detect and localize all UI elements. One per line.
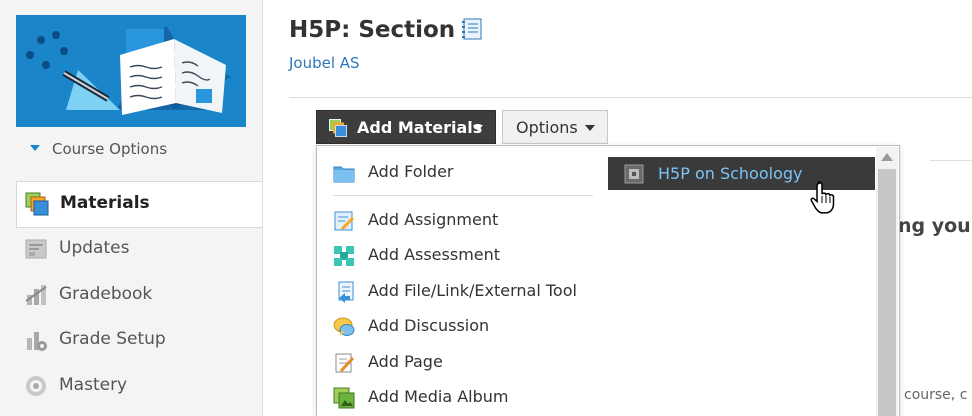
updates-icon — [24, 237, 48, 261]
h5p-app-icon — [624, 164, 644, 184]
sidebar: Course Options Materials Updates Gradebo… — [0, 0, 263, 416]
menu-item-label: Add Folder — [368, 162, 454, 181]
sidebar-item-label: Gradebook — [59, 284, 153, 304]
hand-pointer-cursor-icon — [810, 180, 840, 216]
add-materials-button[interactable]: Add Materials — [316, 110, 496, 144]
course-banner-image — [16, 15, 246, 127]
sidebar-item-gradebook[interactable]: Gradebook — [16, 273, 261, 317]
grade-setup-icon — [24, 328, 48, 352]
sidebar-item-label: Grade Setup — [59, 329, 166, 349]
menu-item-label: Add Discussion — [368, 316, 490, 335]
folder-icon — [333, 162, 355, 184]
menu-scrollbar[interactable] — [876, 147, 898, 416]
course-school-link[interactable]: Joubel AS — [289, 54, 360, 72]
caret-down-icon — [473, 125, 483, 131]
file-link-icon — [333, 281, 355, 303]
divider — [930, 160, 972, 161]
options-label: Options — [516, 118, 578, 137]
assignment-icon — [333, 210, 355, 232]
menu-item-label: Add Page — [368, 352, 443, 371]
menu-item-label: Add Assignment — [368, 210, 499, 229]
caret-down-icon — [585, 125, 595, 131]
menu-item-label: Add Assessment — [368, 245, 501, 264]
sidebar-item-grade-setup[interactable]: Grade Setup — [16, 318, 261, 362]
sidebar-item-mastery[interactable]: Mastery — [16, 364, 261, 408]
discussion-icon — [333, 316, 355, 338]
background-heading-fragment: ng your — [898, 215, 972, 237]
assessment-icon — [333, 245, 355, 267]
caret-down-icon — [30, 144, 40, 151]
gradebook-icon — [24, 283, 48, 307]
page-title: H5P: Section 1 — [289, 17, 480, 43]
add-materials-label: Add Materials — [357, 118, 483, 137]
sidebar-item-materials[interactable]: Materials — [16, 181, 262, 228]
sidebar-item-label: Updates — [59, 238, 130, 258]
mastery-icon — [24, 374, 48, 398]
menu-item-label: Add File/Link/External Tool — [368, 281, 577, 300]
background-text-fragment: course, c — [904, 387, 968, 403]
menu-item-label: Add Media Album — [368, 387, 509, 406]
page-icon — [333, 352, 355, 374]
menu-item-label: H5P on Schoology — [658, 164, 803, 183]
materials-icon — [25, 192, 49, 216]
add-materials-icon — [329, 119, 347, 137]
menu-separator — [333, 195, 593, 196]
sidebar-item-label: Mastery — [59, 375, 128, 395]
scroll-up-arrow-icon[interactable] — [881, 153, 893, 161]
course-options-toggle[interactable]: Course Options — [30, 140, 167, 158]
course-options-label: Course Options — [52, 140, 168, 158]
course-notebook-icon[interactable] — [461, 18, 483, 40]
scrollbar-thumb[interactable] — [878, 169, 896, 416]
divider — [289, 97, 972, 98]
options-button[interactable]: Options — [502, 110, 608, 144]
sidebar-item-updates[interactable]: Updates — [16, 227, 261, 271]
media-album-icon — [333, 387, 355, 409]
sidebar-item-label: Materials — [60, 193, 150, 213]
